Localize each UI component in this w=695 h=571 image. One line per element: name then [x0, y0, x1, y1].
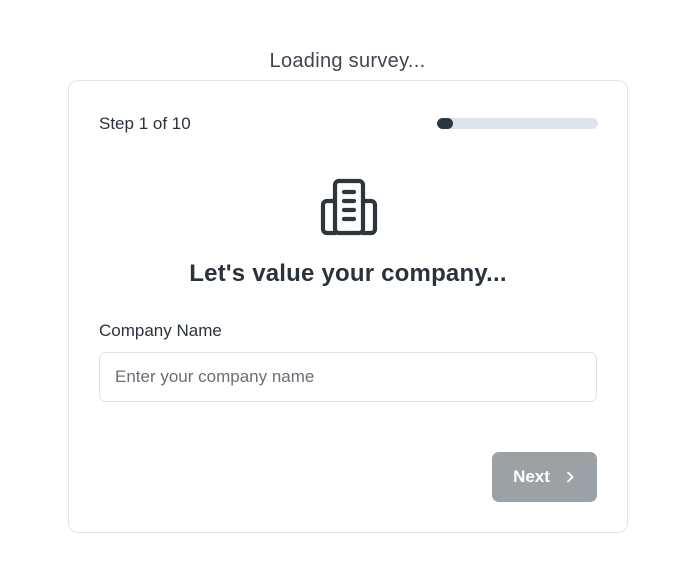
progress-bar-fill	[437, 118, 454, 129]
next-button[interactable]: Next	[492, 452, 597, 502]
progress-bar	[437, 118, 598, 129]
company-name-input[interactable]	[99, 352, 597, 402]
step-indicator: Step 1 of 10	[99, 114, 191, 133]
survey-card: Step 1 of 10 Let's value your company...…	[68, 80, 628, 533]
loading-status: Loading survey...	[269, 50, 426, 72]
company-name-label: Company Name	[99, 321, 222, 340]
building-icon	[319, 177, 379, 237]
next-button-label: Next	[513, 467, 550, 486]
page-heading: Let's value your company...	[189, 260, 507, 287]
chevron-right-icon	[567, 471, 574, 483]
